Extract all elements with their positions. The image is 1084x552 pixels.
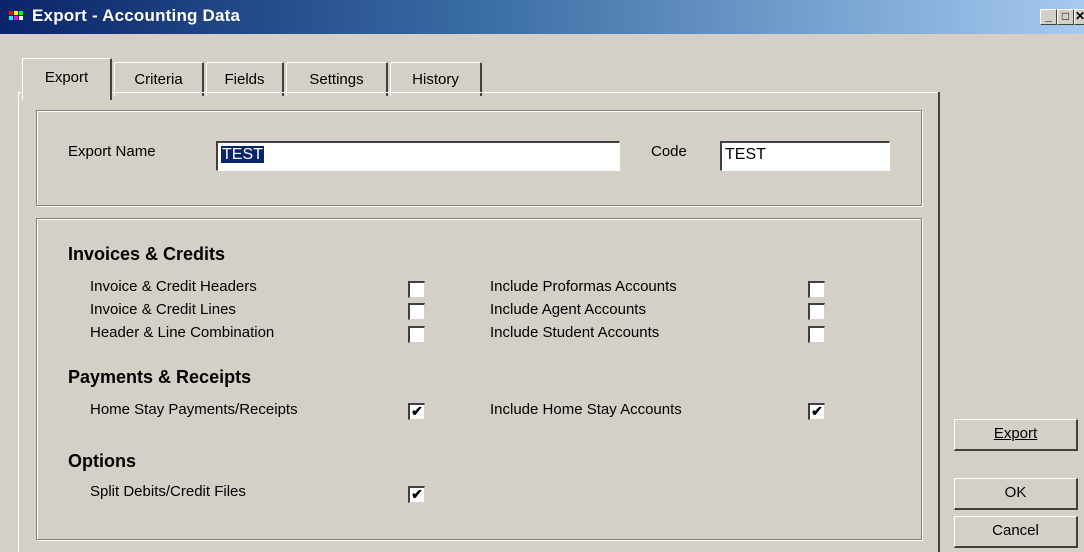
invoice-credit-headers-label: Invoice & Credit Headers <box>90 278 257 295</box>
maximize-icon[interactable]: □ <box>1057 9 1074 25</box>
header-line-combination-checkbox[interactable] <box>408 326 425 343</box>
tab-settings[interactable]: Settings <box>286 62 388 96</box>
include-agent-checkbox[interactable] <box>808 303 825 320</box>
invoice-credit-headers-checkbox[interactable] <box>408 281 425 298</box>
tab-divider <box>18 92 938 93</box>
include-proformas-label: Include Proformas Accounts <box>490 278 677 295</box>
header-line-combination-label: Header & Line Combination <box>90 324 275 341</box>
export-button[interactable]: Export <box>954 419 1078 451</box>
title-bar: Export - Accounting Data _ □ ✕ <box>0 0 1084 34</box>
cancel-button[interactable]: Cancel <box>954 516 1078 548</box>
close-icon[interactable]: ✕ <box>1074 9 1084 25</box>
split-debits-credit-checkbox[interactable] <box>408 486 425 503</box>
export-name-label: Export Name <box>68 143 156 160</box>
minimize-icon[interactable]: _ <box>1040 9 1057 25</box>
invoice-credit-lines-label: Invoice & Credit Lines <box>90 301 236 318</box>
split-debits-credit-label: Split Debits/Credit Files <box>90 483 246 500</box>
window-title: Export - Accounting Data <box>32 6 241 25</box>
tab-fields[interactable]: Fields <box>206 62 284 96</box>
export-name-input[interactable]: TEST <box>216 141 620 171</box>
home-stay-payments-label: Home Stay Payments/Receipts <box>90 401 298 418</box>
tab-export[interactable]: Export <box>22 58 112 100</box>
app-icon <box>9 11 25 23</box>
options-section-title: Options <box>68 451 136 471</box>
payments-section-title: Payments & Receipts <box>68 367 252 387</box>
include-proformas-checkbox[interactable] <box>808 281 825 298</box>
tab-history[interactable]: History <box>390 62 482 96</box>
ok-button[interactable]: OK <box>954 478 1078 510</box>
include-student-label: Include Student Accounts <box>490 324 660 341</box>
code-label: Code <box>651 143 687 160</box>
invoice-credit-lines-checkbox[interactable] <box>408 303 425 320</box>
invoices-section-title: Invoices & Credits <box>68 244 226 264</box>
include-home-stay-label: Include Home Stay Accounts <box>490 401 682 418</box>
code-input[interactable]: TEST <box>720 141 890 171</box>
include-agent-label: Include Agent Accounts <box>490 301 646 318</box>
home-stay-payments-checkbox[interactable] <box>408 403 425 420</box>
include-student-checkbox[interactable] <box>808 326 825 343</box>
include-home-stay-checkbox[interactable] <box>808 403 825 420</box>
tab-criteria[interactable]: Criteria <box>114 62 204 96</box>
